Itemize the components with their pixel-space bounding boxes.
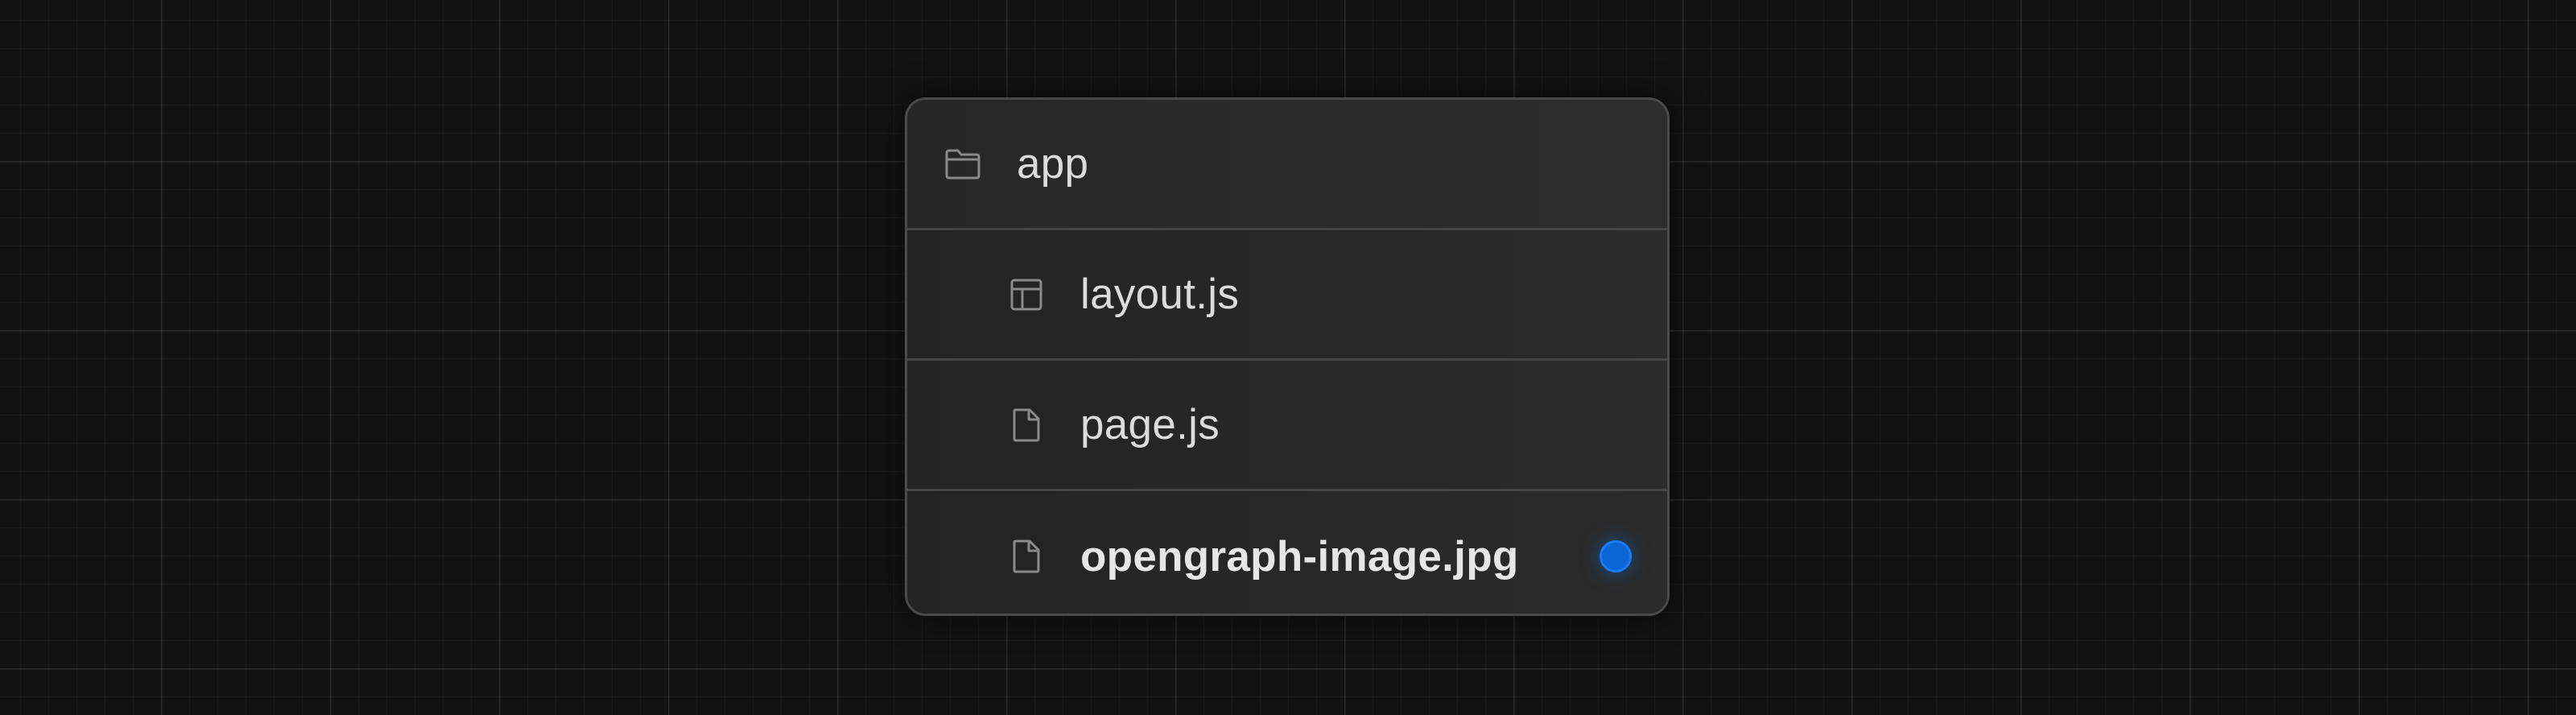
tree-item-label: page.js <box>1080 401 1220 448</box>
tree-item-label: app <box>1017 140 1089 188</box>
file-icon <box>1007 537 1046 576</box>
highlight-dot <box>1600 540 1632 572</box>
tree-item-layout-js[interactable]: layout.js <box>907 230 1667 361</box>
file-tree: app layout.js page.js opengraph-image.jp… <box>905 97 1670 616</box>
tree-item-label: layout.js <box>1080 271 1240 318</box>
tree-item-label: opengraph-image.jpg <box>1080 532 1519 581</box>
tree-item-opengraph-image[interactable]: opengraph-image.jpg <box>907 491 1667 614</box>
file-icon <box>1007 406 1046 444</box>
layout-icon <box>1007 275 1046 314</box>
tree-item-app[interactable]: app <box>907 100 1667 230</box>
folder-icon <box>943 145 982 184</box>
tree-item-page-js[interactable]: page.js <box>907 361 1667 491</box>
